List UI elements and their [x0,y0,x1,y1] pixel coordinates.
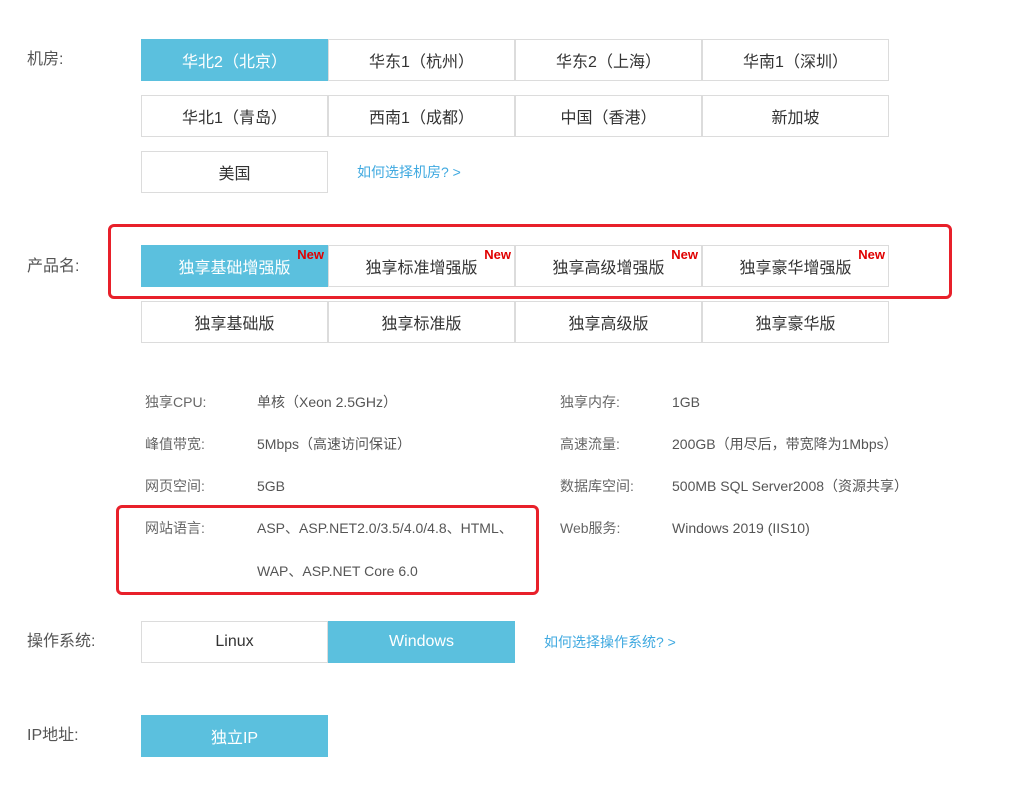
spec-memory-key: 独享内存: [560,394,620,410]
spec-webservice-key: Web服务: [560,520,621,536]
product-option-advanced[interactable]: 独享高级版 [515,301,702,343]
spec-languages-value-line1: ASP、ASP.NET2.0/3.5/4.0/4.8、HTML、 [257,520,513,536]
datacenter-option-usa[interactable]: 美国 [141,151,328,193]
product-option-label: 独享豪华增强版 [739,260,852,277]
spec-cpu-value: 单核（Xeon 2.5GHz） [257,394,398,410]
spec-memory-value: 1GB [672,394,701,410]
new-badge: New [671,247,698,262]
product-option-standard-plus[interactable]: 独享标准增强版 New [328,245,515,287]
product-option-advanced-plus[interactable]: 独享高级增强版 New [515,245,702,287]
product-option-label: 独享基础增强版 [178,260,291,277]
os-help-link[interactable]: 如何选择操作系统? > [544,633,676,651]
spec-webservice-value: Windows 2019 (IIS10) [672,520,810,536]
spec-cpu-key: 独享CPU: [145,394,207,410]
datacenter-option-hongkong[interactable]: 中国（香港） [515,95,702,137]
product-option-standard[interactable]: 独享标准版 [328,301,515,343]
product-option-luxury[interactable]: 独享豪华版 [702,301,889,343]
product-option-basic-plus[interactable]: 独享基础增强版 New [141,245,328,287]
datacenter-option-singapore[interactable]: 新加坡 [702,95,889,137]
spec-bandwidth-value: 5Mbps（高速访问保证） [257,436,412,452]
ip-option-dedicated[interactable]: 独立IP [141,715,328,757]
datacenter-option-huadong1[interactable]: 华东1（杭州） [328,39,515,81]
new-badge: New [858,247,885,262]
datacenter-option-huabei1[interactable]: 华北1（青岛） [141,95,328,137]
os-option-linux[interactable]: Linux [141,621,328,663]
spec-bandwidth-key: 峰值带宽: [145,436,205,452]
os-label: 操作系统: [27,633,96,650]
datacenter-help-link[interactable]: 如何选择机房? > [357,163,461,181]
datacenter-label: 机房: [27,51,64,68]
datacenter-option-xinan1[interactable]: 西南1（成都） [328,95,515,137]
datacenter-option-huadong2[interactable]: 华东2（上海） [515,39,702,81]
product-option-label: 独享高级增强版 [552,260,665,277]
datacenter-option-huanan1[interactable]: 华南1（深圳） [702,39,889,81]
datacenter-option-huabei2[interactable]: 华北2（北京） [141,39,328,81]
spec-database-key: 数据库空间: [560,478,634,494]
product-option-basic[interactable]: 独享基础版 [141,301,328,343]
spec-database-value: 500MB SQL Server2008（资源共享） [672,478,909,494]
os-option-windows[interactable]: Windows [328,621,515,663]
product-option-label: 独享标准增强版 [365,260,478,277]
spec-traffic-key: 高速流量: [560,436,620,452]
spec-traffic-value: 200GB（用尽后，带宽降为1Mbps） [672,436,898,452]
spec-languages-key: 网站语言: [145,520,205,536]
product-label: 产品名: [27,258,80,275]
new-badge: New [484,247,511,262]
ip-label: IP地址: [27,727,79,744]
product-option-luxury-plus[interactable]: 独享豪华增强版 New [702,245,889,287]
new-badge: New [297,247,324,262]
spec-languages-value-line2: WAP、ASP.NET Core 6.0 [257,563,418,579]
spec-webspace-value: 5GB [257,478,286,494]
spec-webspace-key: 网页空间: [145,478,205,494]
